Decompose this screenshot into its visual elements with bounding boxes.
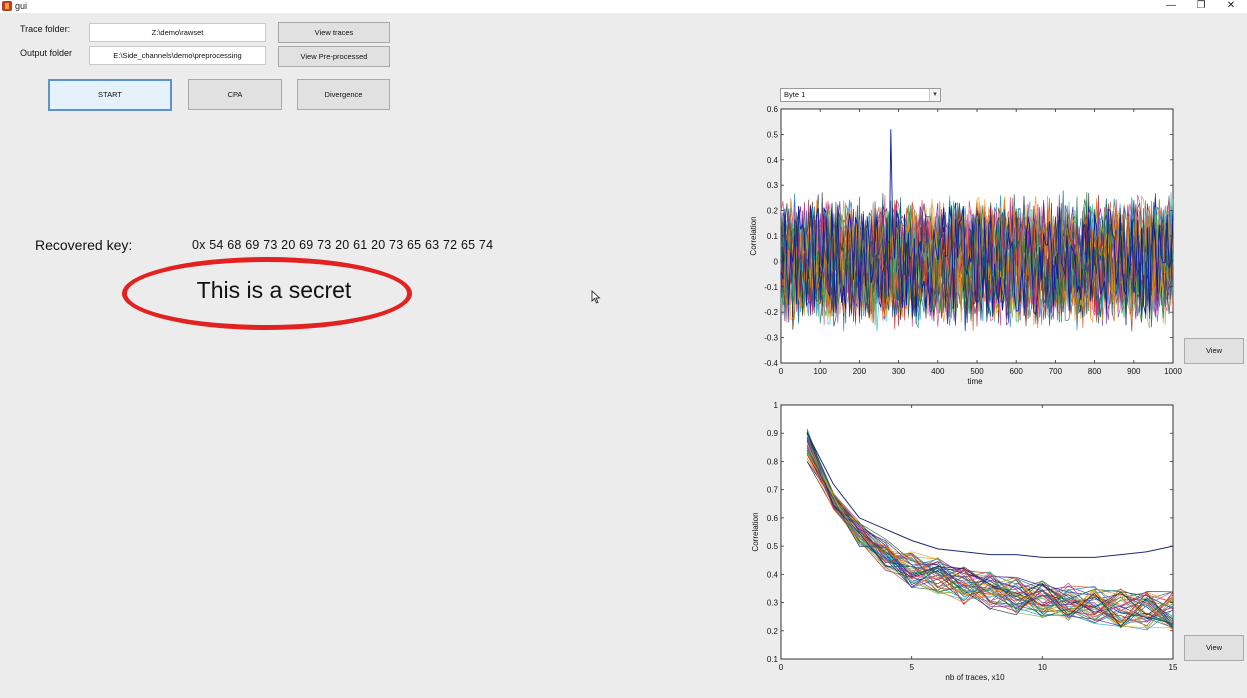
chart-top-x-tick-label: 300 xyxy=(892,367,906,376)
close-icon[interactable]: ✕ xyxy=(1218,0,1244,13)
recovered-key-value: 0x 54 68 69 73 20 69 73 20 61 20 73 65 6… xyxy=(192,238,494,252)
chart-top-x-tick-label: 900 xyxy=(1127,367,1141,376)
trace-folder-label: Trace folder: xyxy=(20,24,71,34)
chart-top-y-tick-label: -0.4 xyxy=(764,359,778,368)
chart-bottom-y-tick-label: 0.3 xyxy=(767,599,779,608)
chart-top-y-tick-label: 0.6 xyxy=(767,105,779,114)
output-folder-label: Output folder xyxy=(20,48,73,58)
chart-top-x-tick-label: 800 xyxy=(1088,367,1102,376)
chart-top-ylabel: Correlation xyxy=(749,216,758,255)
chart-top-xlabel: time xyxy=(967,377,983,386)
chart-top-y-tick-label: 0.2 xyxy=(767,207,779,216)
chart-bottom-y-tick-label: 0.2 xyxy=(767,627,779,636)
chart-top-x-tick-label: 700 xyxy=(1049,367,1063,376)
chart-top-x-tick-label: 1000 xyxy=(1164,367,1182,376)
chart-bottom-y-tick-label: 0.8 xyxy=(767,457,779,466)
divergence-button[interactable]: Divergence xyxy=(297,79,390,110)
chart-bottom-y-tick-label: 0.4 xyxy=(767,570,779,579)
mouse-cursor-icon xyxy=(591,290,601,304)
trace-folder-input[interactable]: Z:\demo\rawset xyxy=(89,23,266,42)
view-top-chart-button[interactable]: View xyxy=(1184,338,1244,364)
chart-bottom-x-tick-label: 15 xyxy=(1169,663,1178,672)
cpa-button[interactable]: CPA xyxy=(188,79,282,110)
chart-top-x-tick-label: 600 xyxy=(1010,367,1024,376)
chart-top-y-tick-label: 0 xyxy=(774,257,779,266)
view-preprocessed-button[interactable]: View Pre-processed xyxy=(278,46,390,67)
chart-bottom-ylabel: Correlation xyxy=(751,512,760,551)
chart-top-y-tick-label: -0.2 xyxy=(764,308,778,317)
start-button[interactable]: START xyxy=(48,79,172,111)
output-folder-input[interactable]: E:\Side_channels\demo\preprocessing xyxy=(89,46,266,65)
chart-bottom-x-tick-label: 5 xyxy=(909,663,914,672)
chart-bottom-y-tick-label: 0.6 xyxy=(767,514,779,523)
minimize-icon[interactable]: — xyxy=(1158,0,1184,13)
chart-top-y-tick-label: -0.3 xyxy=(764,334,778,343)
chart-top-x-tick-label: 400 xyxy=(931,367,945,376)
chart-bottom-y-tick-label: 0.7 xyxy=(767,486,779,495)
matlab-app-icon xyxy=(2,1,12,11)
chart-bottom-y-tick-label: 0.5 xyxy=(767,542,779,551)
chart-top-y-tick-label: 0.3 xyxy=(767,181,779,190)
window-titlebar: gui — ❐ ✕ xyxy=(0,0,1247,13)
chart-top-x-tick-label: 500 xyxy=(970,367,984,376)
window-title: gui xyxy=(15,1,28,11)
chart-top-y-tick-label: 0.4 xyxy=(767,156,779,165)
chart-top-y-tick-label: 0.5 xyxy=(767,130,779,139)
chart-top-y-tick-label: -0.1 xyxy=(764,283,778,292)
restore-icon[interactable]: ❐ xyxy=(1188,0,1214,13)
chart-top-x-tick-label: 200 xyxy=(853,367,867,376)
correlation-traces-chart: 0 5 10 15 0.1 0.2 0.3 0.4 0.5 0.6 0.7 0.8 0.9 1 nb o… xyxy=(751,401,1178,682)
chart-bottom-y-tick-label: 1 xyxy=(774,401,779,410)
chart-bottom-x-tick-label: 0 xyxy=(779,663,784,672)
correlation-time-chart: 0 100 200 300 400 500 600 700 800 900 1000 -0.4 -0.… xyxy=(749,105,1182,386)
chart-top-x-tick-label: 100 xyxy=(814,367,828,376)
chevron-down-icon[interactable]: ▾ xyxy=(929,89,940,101)
chart-bottom-xlabel: nb of traces, x10 xyxy=(945,673,1005,682)
view-bottom-chart-button[interactable]: View xyxy=(1184,635,1244,661)
chart-bottom-y-tick-label: 0.9 xyxy=(767,429,779,438)
byte-select[interactable]: Byte 1 ▾ xyxy=(780,88,941,102)
recovered-key-label: Recovered key: xyxy=(35,237,133,253)
byte-select-value: Byte 1 xyxy=(784,90,806,99)
view-traces-button[interactable]: View traces xyxy=(278,22,390,43)
chart-bottom-x-tick-label: 10 xyxy=(1038,663,1047,672)
decoded-secret-text: This is a secret xyxy=(196,277,352,303)
chart-bottom-y-tick-label: 0.1 xyxy=(767,655,779,664)
chart-top-y-tick-label: 0.1 xyxy=(767,232,779,241)
chart-top-x-tick-label: 0 xyxy=(779,367,784,376)
